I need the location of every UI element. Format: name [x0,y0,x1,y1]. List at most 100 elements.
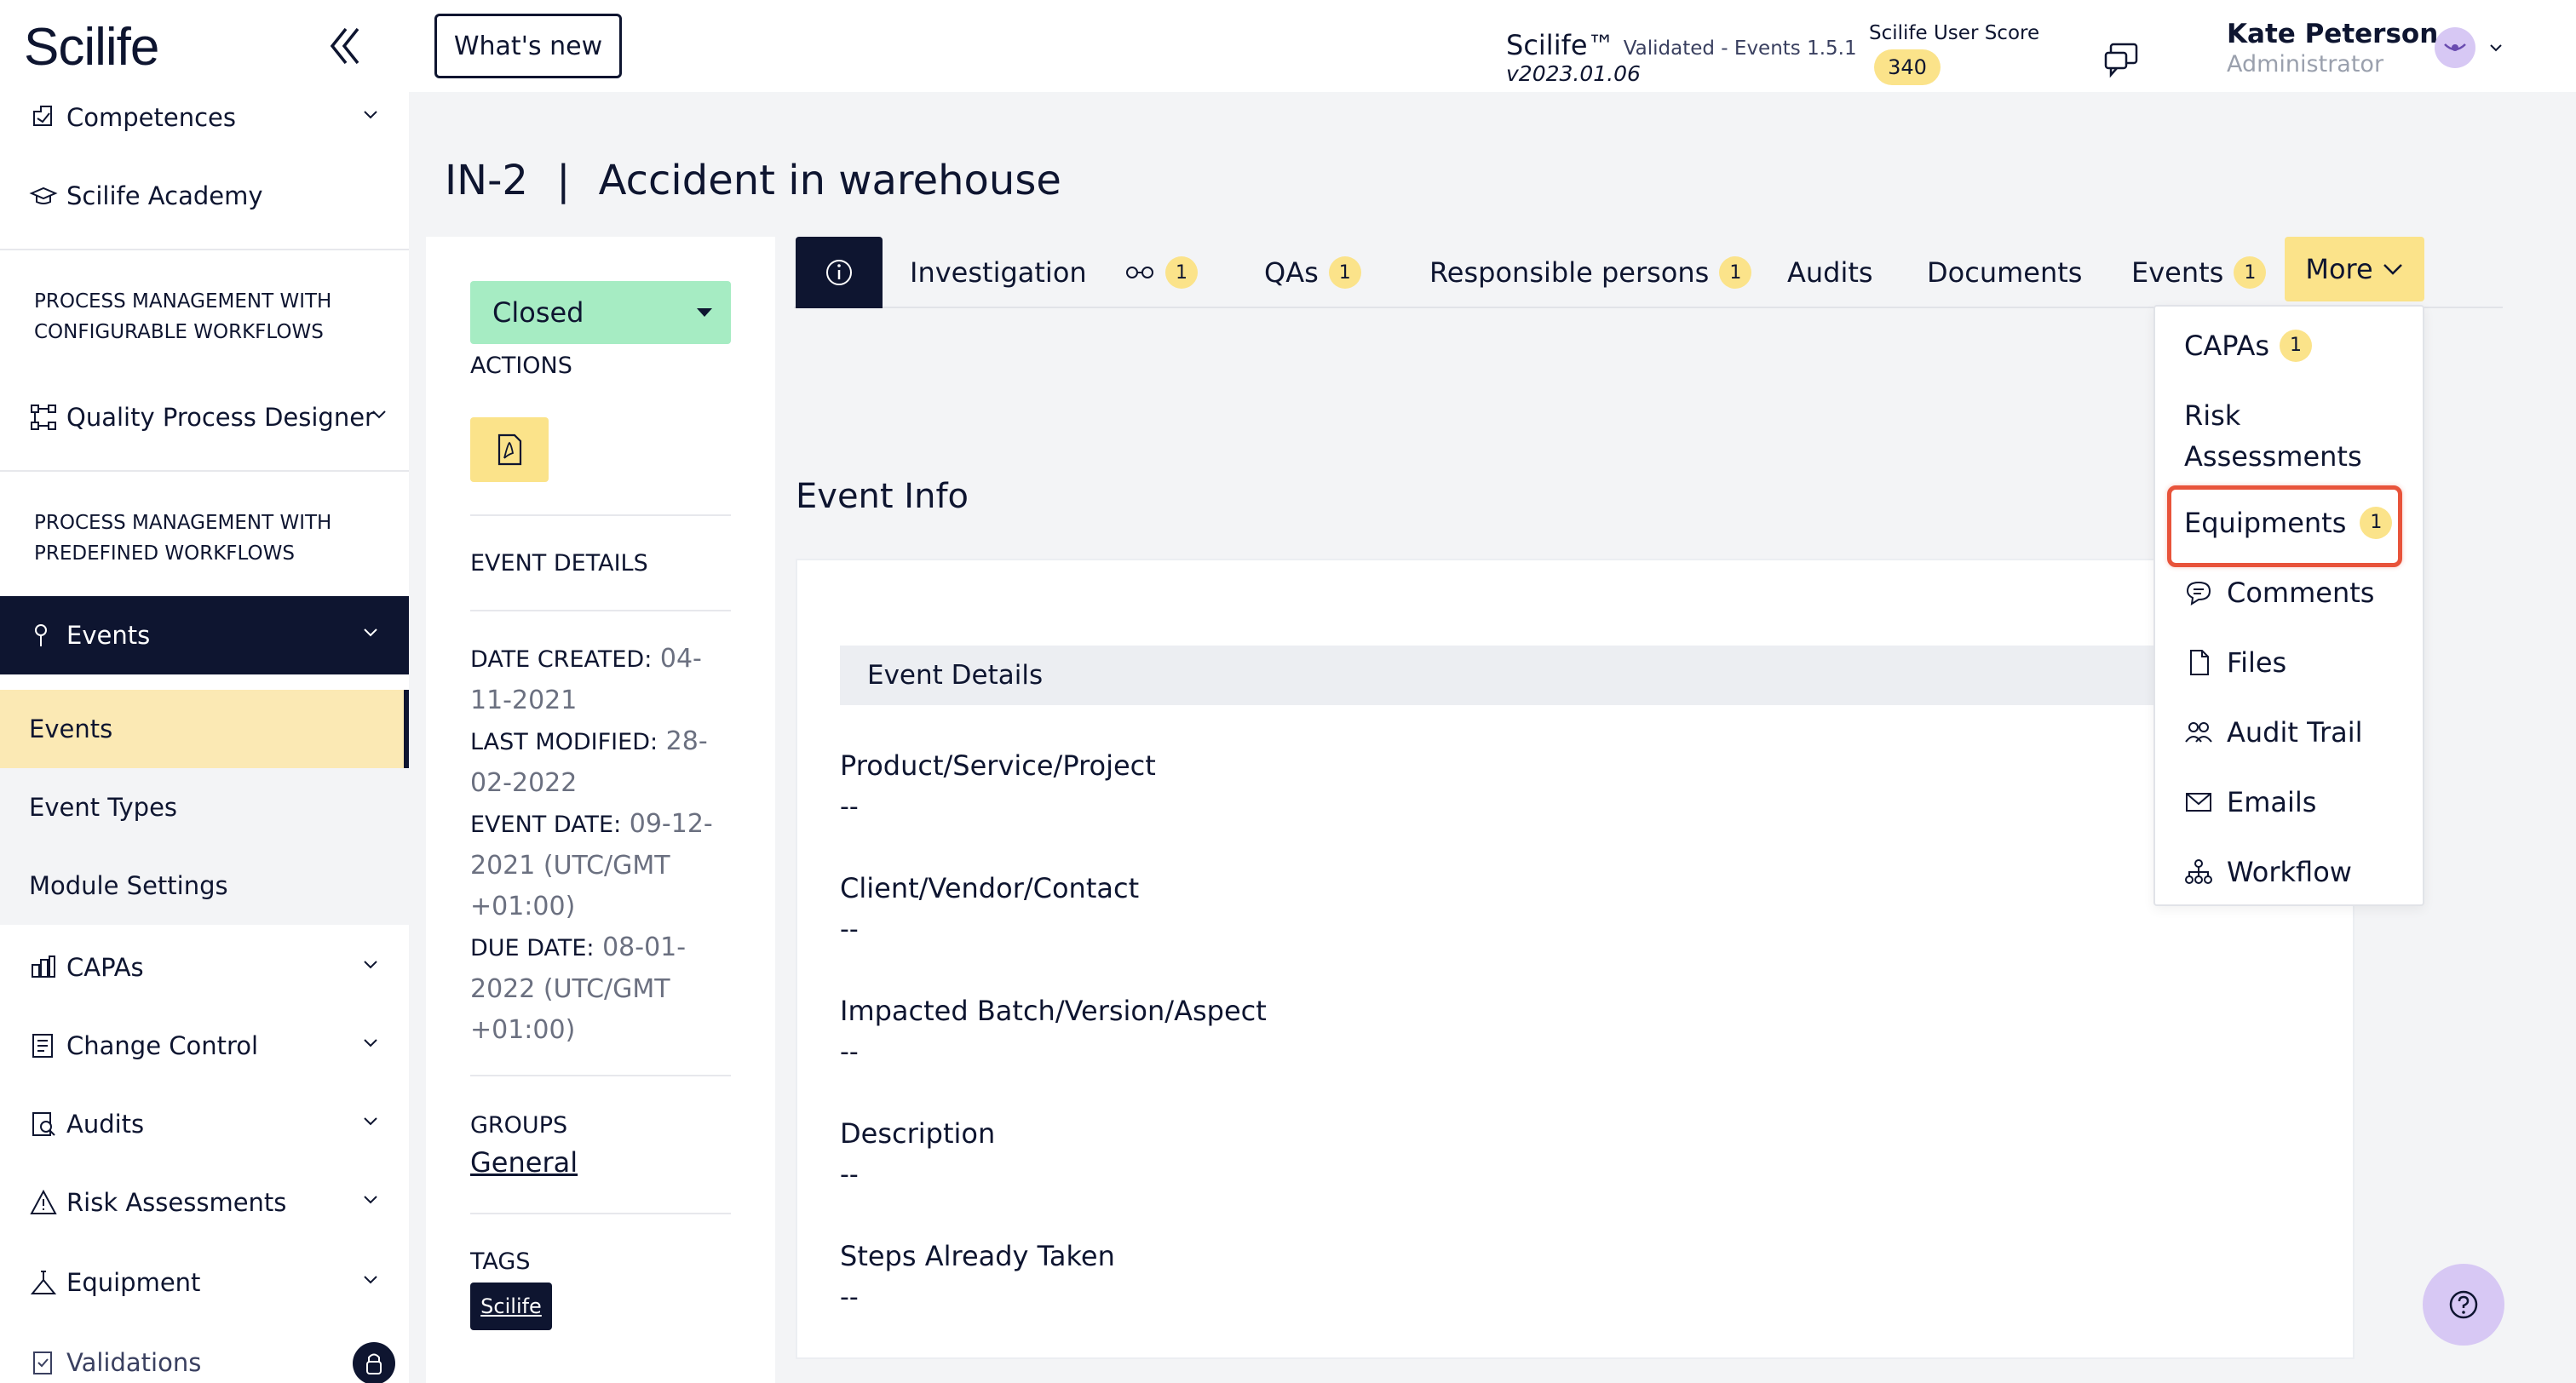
tab-audits[interactable]: Audits [1787,237,1873,308]
sidebar-item-equipment[interactable]: Equipment [0,1243,409,1322]
tab-investigation[interactable]: Investigation [910,237,1087,308]
title-separator: | [556,157,571,204]
sidebar-item-label: Quality Process Designer [66,403,375,432]
due-date-label: DUE DATE: [470,935,595,961]
sidebar: Scilife Competences Scilife Academy PROC… [0,0,409,1383]
more-tabs-button[interactable]: More [2285,237,2424,301]
chevron-down-icon[interactable] [2487,39,2504,56]
designer-icon [29,403,58,432]
chevron-down-icon [364,1276,377,1284]
menu-item-comments[interactable]: Comments [2184,572,2374,613]
tab-label: QAs [1264,256,1319,289]
help-icon [2449,1290,2478,1319]
tab-count-badge: 1 [2234,256,2267,289]
chevron-down-icon [364,961,377,969]
sidebar-item-label: Audits [66,1110,145,1139]
sidebar-item-label: Events [66,621,151,650]
event-details-label: EVENT DETAILS [470,550,648,577]
sidebar-divider [0,470,409,472]
chevron-down-icon [364,1117,377,1126]
tab-label: Responsible persons [1429,256,1710,289]
sidebar-item-change-control[interactable]: Change Control [0,1007,409,1085]
avatar[interactable] [2435,27,2475,68]
field-label: Client/Vendor/Contact [840,872,1140,904]
group-link[interactable]: General [470,1146,578,1179]
info-icon [826,260,852,285]
field-label: Description [840,1117,996,1150]
user-name[interactable]: Kate Peterson [2227,19,2438,49]
sidebar-item-competences[interactable]: Competences [0,78,409,157]
glasses-icon [1126,267,1153,278]
competences-icon [29,103,58,132]
tab-events[interactable]: Events 1 [2131,237,2267,308]
menu-item-emails[interactable]: Emails [2184,782,2316,823]
highlight-outline [2167,485,2402,567]
emails-icon [2184,788,2213,817]
tab-info[interactable] [796,237,883,308]
field-value: -- [840,1283,859,1312]
user-score-label: Scilife User Score [1869,22,2040,44]
status-value: Closed [492,296,584,329]
panel-divider [470,514,731,516]
status-select[interactable]: Closed [470,281,731,344]
tab-responsible-persons[interactable]: Responsible persons 1 [1429,237,1752,308]
actions-label: ACTIONS [470,353,572,379]
menu-item-label: Emails [2227,786,2317,818]
sidebar-subitem-events[interactable]: Events [0,690,409,768]
sidebar-subitem-module-settings[interactable]: Module Settings [0,846,409,925]
collapse-sidebar-button[interactable] [324,22,365,70]
sidebar-item-label: Module Settings [29,871,228,900]
sidebar-item-capas[interactable]: CAPAs [0,928,409,1007]
menu-item-label: Files [2227,646,2287,679]
record-id: IN-2 [445,157,528,204]
chevron-down-icon [372,410,386,419]
more-label: More [2305,253,2373,285]
export-pdf-button[interactable] [470,417,549,482]
tab-qas[interactable]: QAs 1 [1264,237,1361,308]
tag-chip[interactable]: Scilife [470,1283,552,1330]
pdf-icon [497,433,522,466]
app-logo[interactable]: Scilife [24,17,159,77]
menu-item-audit-trail[interactable]: Audit Trail [2184,712,2362,753]
field-value: -- [840,792,859,822]
menu-item-label: Comments [2227,577,2375,609]
sidebar-item-validations[interactable]: Validations [0,1323,409,1383]
sidebar-subitem-event-types[interactable]: Event Types [0,768,409,846]
sidebar-item-risk-assessments[interactable]: Risk Assessments [0,1163,409,1242]
lock-badge [353,1342,395,1383]
last-modified-row: LAST MODIFIED: 28-02-2022 [470,721,743,804]
field-value: -- [840,915,859,944]
event-dates: DATE CREATED: 04-11-2021 LAST MODIFIED: … [470,639,743,1051]
menu-item-capas[interactable]: CAPAs 1 [2184,325,2313,366]
field-label: Product/Service/Project [840,749,1156,782]
audits-icon [29,1110,58,1139]
menu-item-files[interactable]: Files [2184,642,2286,683]
tab-glasses[interactable]: 1 [1124,237,1198,308]
sidebar-item-audits[interactable]: Audits [0,1085,409,1163]
page-title: IN-2 | Accident in warehouse [445,157,1061,204]
chevron-down-icon [2383,264,2402,275]
whats-new-button[interactable]: What's new [434,14,622,78]
panel-divider [470,1075,731,1076]
sidebar-item-label: Scilife Academy [66,181,263,210]
chevron-down-icon [364,628,377,637]
lock-icon [366,1353,382,1374]
tab-label: Audits [1787,256,1873,289]
field-label: Impacted Batch/Version/Aspect [840,995,1267,1027]
sidebar-item-quality-process-designer[interactable]: Quality Process Designer [0,378,409,456]
sidebar-item-events[interactable]: Events [0,596,409,674]
chat-button[interactable] [2102,39,2142,78]
section-title: Event Info [796,477,969,516]
sidebar-item-label: CAPAs [66,953,144,982]
field-value: -- [840,1160,859,1190]
menu-item-workflow[interactable]: Workflow [2184,852,2352,892]
menu-item-risk-assessments[interactable]: Risk Assessments [2184,395,2406,477]
date-created-row: DATE CREATED: 04-11-2021 [470,639,743,721]
collapse-icon [330,27,359,65]
events-icon [29,621,58,650]
tab-documents[interactable]: Documents [1927,237,2082,308]
help-button[interactable] [2423,1264,2504,1346]
sidebar-item-scilife-academy[interactable]: Scilife Academy [0,157,409,235]
capas-icon [29,953,58,982]
tab-label: Documents [1927,256,2083,289]
